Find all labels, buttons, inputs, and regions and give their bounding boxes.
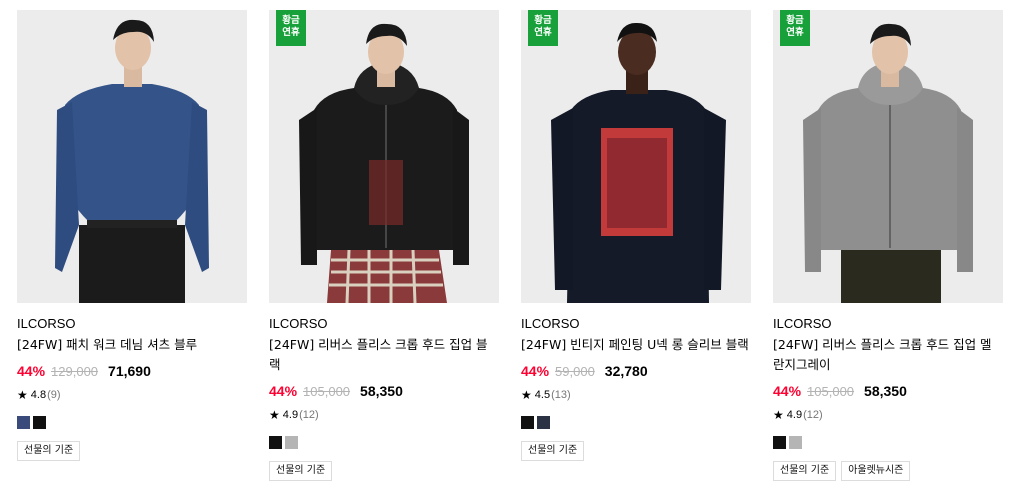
review-count: (13) [551,389,571,401]
model-photo-black-hoodie [269,10,499,303]
brand-name[interactable]: ILCORSO [773,315,1003,333]
product-card[interactable]: 황금 연휴 ILCORSO [24FW] 리버스 플리스 크롭 후드 집업 블랙 … [269,10,499,481]
sale-price: 58,350 [864,383,907,399]
color-swatch[interactable] [537,416,550,429]
promo-badge: 황금 연휴 [528,10,558,46]
product-title[interactable]: [24FW] 빈티지 페인팅 U넥 롱 슬리브 블랙 [521,335,751,355]
product-card[interactable]: ILCORSO [24FW] 패치 워크 데님 셔츠 블루 44% 129,00… [17,10,247,461]
original-price: 59,000 [555,363,595,379]
product-image[interactable]: 황금 연휴 [269,10,499,303]
rating: ★ 4.5 (13) [521,386,751,404]
rating-score: 4.9 [282,409,299,421]
rating: ★ 4.8 (9) [17,386,247,404]
price-row: 44% 105,000 58,350 [269,381,499,401]
discount-rate: 44% [521,363,550,379]
color-swatches [773,436,1003,449]
tag-list: 선물의 기준 아울렛뉴시즌 [773,461,1003,481]
brand-name[interactable]: ILCORSO [269,315,499,333]
product-image[interactable] [17,10,247,303]
tag: 선물의 기준 [521,441,585,461]
sale-price: 32,780 [604,363,648,379]
rating: ★ 4.9 (12) [269,406,499,424]
star-icon: ★ [17,388,28,402]
rating-score: 4.5 [534,389,551,401]
model-photo-denim-shirt [17,10,247,303]
promo-badge: 황금 연휴 [780,10,810,46]
color-swatches [521,416,751,429]
rating-score: 4.8 [30,389,47,401]
sale-price: 71,690 [108,363,151,379]
rating: ★ 4.9 (12) [773,406,1003,424]
color-swatch[interactable] [773,436,786,449]
model-photo-painted-longsleeve [521,10,751,303]
star-icon: ★ [773,408,784,422]
color-swatch[interactable] [789,436,802,449]
discount-rate: 44% [269,383,298,399]
model-photo-grey-hoodie [773,10,1003,303]
tag: 선물의 기준 [269,461,333,481]
sale-price: 58,350 [360,383,403,399]
product-title[interactable]: [24FW] 리버스 플리스 크롭 후드 집업 멜란지그레이 [773,335,1003,375]
discount-rate: 44% [17,363,46,379]
tag-list: 선물의 기준 [521,441,751,461]
tag-list: 선물의 기준 [17,441,247,461]
tag: 선물의 기준 [773,461,837,481]
color-swatches [17,416,247,429]
price-row: 44% 129,000 71,690 [17,361,247,381]
product-card[interactable]: 황금 연휴 ILCORSO [24FW] 리버스 플리스 크롭 후드 집업 멜란지… [773,10,1003,481]
color-swatch[interactable] [269,436,282,449]
original-price: 105,000 [807,383,855,399]
tag: 선물의 기준 [17,441,81,461]
star-icon: ★ [269,408,280,422]
product-title[interactable]: [24FW] 패치 워크 데님 셔츠 블루 [17,335,247,355]
brand-name[interactable]: ILCORSO [17,315,247,333]
product-card[interactable]: 황금 연휴 ILCORSO [24FW] 빈티지 페인팅 U넥 롱 슬리브 블랙 … [521,10,751,461]
product-image[interactable]: 황금 연휴 [521,10,751,303]
review-count: (12) [803,409,823,421]
tag: 아울렛뉴시즌 [841,461,911,481]
brand-name[interactable]: ILCORSO [521,315,751,333]
color-swatch[interactable] [285,436,298,449]
promo-badge: 황금 연휴 [276,10,306,46]
rating-score: 4.9 [786,409,803,421]
color-swatch[interactable] [521,416,534,429]
original-price: 105,000 [303,383,351,399]
star-icon: ★ [521,388,532,402]
price-row: 44% 59,000 32,780 [521,361,751,381]
discount-rate: 44% [773,383,802,399]
review-count: (9) [47,389,61,401]
price-row: 44% 105,000 58,350 [773,381,1003,401]
review-count: (12) [299,409,319,421]
tag-list: 선물의 기준 [269,461,499,481]
product-image[interactable]: 황금 연휴 [773,10,1003,303]
product-title[interactable]: [24FW] 리버스 플리스 크롭 후드 집업 블랙 [269,335,499,375]
color-swatches [269,436,499,449]
color-swatch[interactable] [17,416,30,429]
original-price: 129,000 [51,363,99,379]
color-swatch[interactable] [33,416,46,429]
